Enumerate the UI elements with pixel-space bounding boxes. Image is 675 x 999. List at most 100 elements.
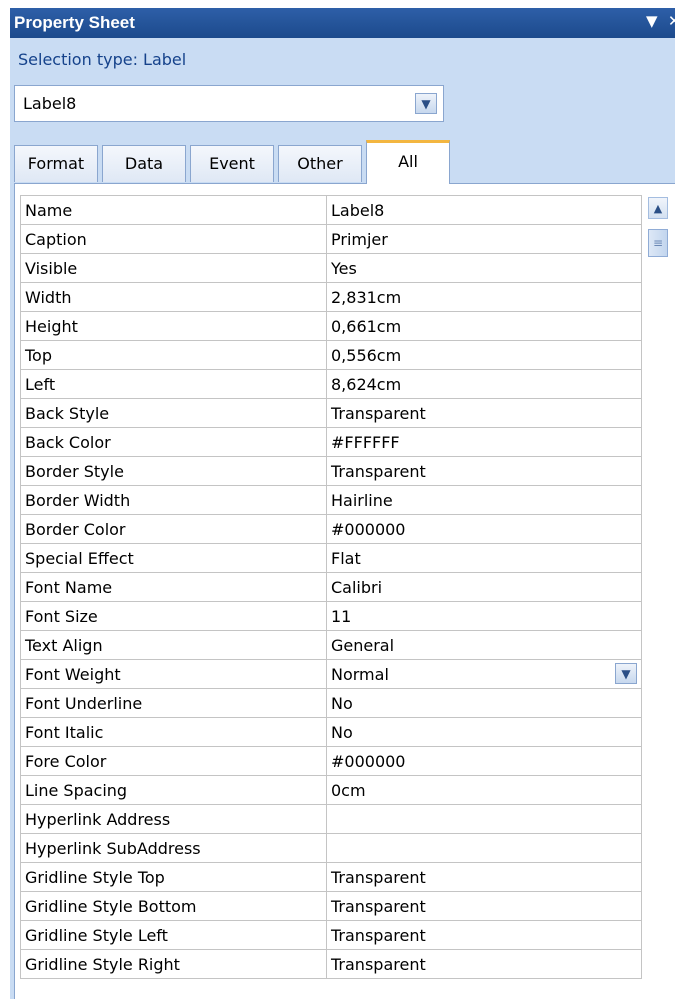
property-value[interactable] [326,833,642,863]
property-name: Width [20,282,327,312]
property-row[interactable]: Border Color #000000 [20,514,642,544]
property-row[interactable]: Gridline Style Left Transparent [20,920,642,950]
property-row[interactable]: Fore Color #000000 [20,746,642,776]
pane-menu-icon[interactable]: ▼ [646,12,658,30]
chevron-down-icon[interactable]: ▼ [415,93,437,114]
scrollbar-thumb[interactable]: ≡ [648,229,668,257]
property-value-text: 11 [331,606,352,626]
property-value[interactable]: Transparent [326,456,642,486]
close-icon[interactable]: ✕ [668,12,675,30]
property-value[interactable] [326,804,642,834]
object-selector-combobox[interactable]: Label8 ▼ [14,85,444,122]
scroll-up-icon[interactable]: ▲ [648,197,668,219]
property-value[interactable]: Flat [326,543,642,573]
property-name: Gridline Style Right [20,949,327,979]
property-value-text: Transparent [331,954,426,974]
window-left-edge [0,0,10,999]
property-name: Font Name [20,572,327,602]
property-row[interactable]: Gridline Style Bottom Transparent [20,891,642,921]
property-value[interactable]: #FFFFFF [326,427,642,457]
property-value-text: Transparent [331,896,426,916]
property-row[interactable]: Border Width Hairline [20,485,642,515]
property-row[interactable]: Font Weight Normal ▼ [20,659,642,689]
property-value[interactable]: #000000 [326,514,642,544]
property-value[interactable]: Label8 [326,195,642,225]
property-value[interactable]: 8,624cm [326,369,642,399]
property-value-text: No [331,693,353,713]
property-value[interactable]: Transparent [326,862,642,892]
property-row[interactable]: Font Italic No [20,717,642,747]
property-name: Font Italic [20,717,327,747]
property-value[interactable]: No [326,717,642,747]
property-name: Visible [20,253,327,283]
property-value[interactable]: Transparent [326,398,642,428]
selection-type-label: Selection type: Label [18,50,187,69]
property-row[interactable]: Special Effect Flat [20,543,642,573]
property-row[interactable]: Line Spacing 0cm [20,775,642,805]
property-value[interactable]: 2,831cm [326,282,642,312]
property-name: Border Color [20,514,327,544]
tab-data[interactable]: Data [102,145,186,182]
property-value-text: #000000 [331,519,406,539]
property-name: Back Color [20,427,327,457]
property-value[interactable]: Primjer [326,224,642,254]
property-value-text: #FFFFFF [331,432,400,452]
property-row[interactable]: Visible Yes [20,253,642,283]
property-value[interactable]: #000000 [326,746,642,776]
property-row[interactable]: Left 8,624cm [20,369,642,399]
property-value-text: Flat [331,548,361,568]
property-row[interactable]: Height 0,661cm [20,311,642,341]
property-value[interactable]: 0,661cm [326,311,642,341]
property-value[interactable]: 0cm [326,775,642,805]
tab-format[interactable]: Format [14,145,98,182]
property-name: Border Width [20,485,327,515]
property-value[interactable]: 0,556cm [326,340,642,370]
property-value[interactable]: Hairline [326,485,642,515]
property-row[interactable]: Gridline Style Right Transparent [20,949,642,979]
property-name: Hyperlink SubAddress [20,833,327,863]
property-name: Height [20,311,327,341]
property-row[interactable]: Text Align General [20,630,642,660]
property-row[interactable]: Font Name Calibri [20,572,642,602]
property-row[interactable]: Width 2,831cm [20,282,642,312]
property-name: Top [20,340,327,370]
property-name: Gridline Style Bottom [20,891,327,921]
property-name: Font Size [20,601,327,631]
property-value-text: Calibri [331,577,383,597]
property-row[interactable]: Top 0,556cm [20,340,642,370]
property-row[interactable]: Border Style Transparent [20,456,642,486]
property-name: Font Weight [20,659,327,689]
property-value-text: Yes [331,258,357,278]
chevron-down-icon[interactable]: ▼ [615,663,637,684]
property-name: Caption [20,224,327,254]
property-name: Hyperlink Address [20,804,327,834]
property-row[interactable]: Hyperlink Address [20,804,642,834]
property-value[interactable]: Normal ▼ [326,659,642,689]
property-row[interactable]: Font Size 11 [20,601,642,631]
property-row[interactable]: Name Label8 [20,195,642,225]
property-value-text: Transparent [331,403,426,423]
property-row[interactable]: Back Style Transparent [20,398,642,428]
property-value-text: 0cm [331,780,366,800]
property-value[interactable]: Transparent [326,891,642,921]
property-row[interactable]: Caption Primjer [20,224,642,254]
property-value[interactable]: 11 [326,601,642,631]
property-row[interactable]: Back Color #FFFFFF [20,427,642,457]
tab-other[interactable]: Other [278,145,362,182]
property-row[interactable]: Gridline Style Top Transparent [20,862,642,892]
property-name: Text Align [20,630,327,660]
tab-event[interactable]: Event [190,145,274,182]
property-row[interactable]: Font Underline No [20,688,642,718]
property-value[interactable]: General [326,630,642,660]
property-row[interactable]: Hyperlink SubAddress [20,833,642,863]
property-value[interactable]: Transparent [326,920,642,950]
property-name: Border Style [20,456,327,486]
property-sheet-titlebar: Property Sheet ▼ ✕ [10,8,675,38]
property-value[interactable]: No [326,688,642,718]
property-name: Line Spacing [20,775,327,805]
property-value[interactable]: Transparent [326,949,642,979]
property-value[interactable]: Calibri [326,572,642,602]
property-value[interactable]: Yes [326,253,642,283]
property-name: Gridline Style Top [20,862,327,892]
tab-all[interactable]: All [366,140,450,184]
